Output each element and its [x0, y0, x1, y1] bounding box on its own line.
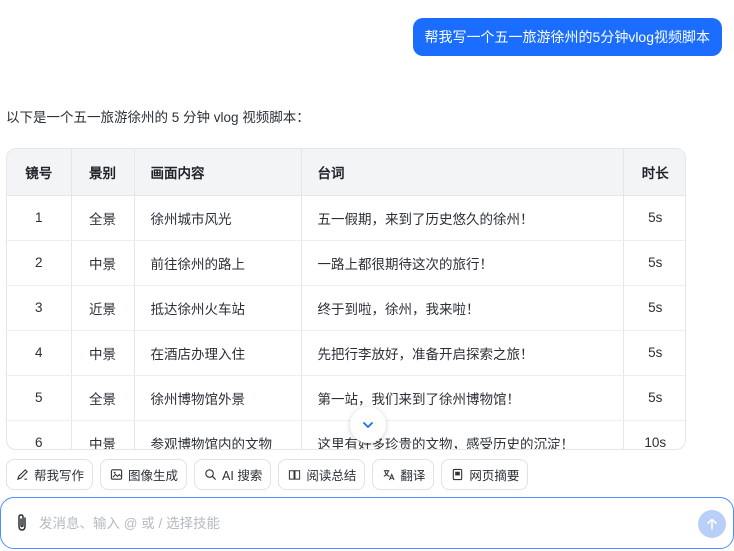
cell-shot-size: 近景 [71, 285, 135, 331]
table-row: 6 中景 参观博物馆内的文物 这里有好多珍贵的文物，感受历史的沉淀！ 10s [7, 420, 685, 449]
script-table: 镜号 景别 画面内容 台词 时长 1 全景 徐州城市风光 五一假期，来到了历史悠… [6, 148, 686, 450]
table-row: 5 全景 徐州博物馆外景 第一站，我们来到了徐州博物馆！ 5s [7, 375, 685, 421]
translate-icon [381, 468, 395, 482]
table-header-row: 镜号 景别 画面内容 台词 时长 [7, 149, 685, 196]
attachment-icon[interactable] [13, 513, 31, 533]
cell-duration: 5s [623, 285, 685, 331]
webpage-icon [450, 468, 464, 482]
header-scene-content: 画面内容 [134, 149, 302, 196]
pen-icon [15, 468, 29, 482]
skill-bar: 帮我写作 图像生成 AI 搜索 阅读总结 翻译 网页摘要 [6, 459, 529, 490]
skill-webpage-summary-button[interactable]: 网页摘要 [441, 459, 529, 490]
header-shot-size: 景别 [71, 149, 135, 196]
cell-shot-number: 6 [7, 420, 72, 449]
cell-duration: 10s [623, 420, 685, 449]
user-message-bubble: 帮我写一个五一旅游徐州的5分钟vlog视频脚本 [412, 18, 722, 56]
cell-shot-number: 5 [7, 375, 72, 421]
cell-scene-content: 徐州博物馆外景 [134, 375, 302, 421]
skill-label: 网页摘要 [469, 469, 520, 483]
skill-translate-button[interactable]: 翻译 [372, 459, 435, 490]
cell-scene-content: 在酒店办理入住 [134, 330, 302, 376]
ai-search-icon [203, 468, 217, 482]
cell-shot-size: 中景 [71, 240, 135, 286]
cell-dialogue: 第一站，我们来到了徐州博物馆！ [301, 375, 624, 421]
header-dialogue: 台词 [301, 149, 624, 196]
table-row: 2 中景 前往徐州的路上 一路上都很期待这次的旅行！ 5s [7, 240, 685, 286]
cell-scene-content: 前往徐州的路上 [134, 240, 302, 286]
skill-ai-search-button[interactable]: AI 搜索 [194, 459, 272, 490]
header-shot-number: 镜号 [7, 149, 72, 196]
cell-dialogue: 一路上都很期待这次的旅行！ [301, 240, 624, 286]
cell-shot-size: 全景 [71, 195, 135, 241]
cell-shot-size: 全景 [71, 375, 135, 421]
cell-shot-size: 中景 [71, 420, 135, 449]
message-input[interactable] [39, 510, 679, 536]
scroll-to-bottom-button[interactable] [350, 407, 386, 443]
cell-shot-number: 2 [7, 240, 72, 286]
cell-scene-content: 徐州城市风光 [134, 195, 302, 241]
assistant-intro-text: 以下是一个五一旅游徐州的 5 分钟 vlog 视频脚本： [6, 110, 310, 125]
send-button[interactable] [698, 510, 726, 538]
cell-scene-content: 抵达徐州火车站 [134, 285, 302, 331]
cell-scene-content: 参观博物馆内的文物 [134, 420, 302, 449]
cell-shot-number: 4 [7, 330, 72, 376]
skill-label: 图像生成 [128, 469, 179, 483]
skill-label: 阅读总结 [306, 469, 357, 483]
cell-shot-number: 3 [7, 285, 72, 331]
cell-shot-size: 中景 [71, 330, 135, 376]
cell-dialogue: 终于到啦，徐州，我来啦！ [301, 285, 624, 331]
skill-label: 帮我写作 [34, 469, 85, 483]
skill-label: 翻译 [400, 469, 426, 483]
table-row: 4 中景 在酒店办理入住 先把行李放好，准备开启探索之旅！ 5s [7, 330, 685, 376]
header-duration: 时长 [623, 149, 685, 196]
skill-label: AI 搜索 [222, 469, 263, 483]
cell-duration: 5s [623, 240, 685, 286]
table-row: 3 近景 抵达徐州火车站 终于到啦，徐州，我来啦！ 5s [7, 285, 685, 331]
chevron-down-icon [363, 422, 373, 428]
image-icon [109, 468, 123, 482]
read-icon [287, 468, 301, 482]
skill-read-summary-button[interactable]: 阅读总结 [278, 459, 366, 490]
cell-duration: 5s [623, 330, 685, 376]
cell-shot-number: 1 [7, 195, 72, 241]
cell-dialogue: 五一假期，来到了历史悠久的徐州！ [301, 195, 624, 241]
arrow-up-icon [707, 518, 717, 530]
message-composer [0, 497, 734, 549]
skill-writing-button[interactable]: 帮我写作 [6, 459, 94, 490]
cell-duration: 5s [623, 375, 685, 421]
skill-image-generation-button[interactable]: 图像生成 [100, 459, 188, 490]
table-row: 1 全景 徐州城市风光 五一假期，来到了历史悠久的徐州！ 5s [7, 195, 685, 241]
cell-dialogue: 先把行李放好，准备开启探索之旅！ [301, 330, 624, 376]
cell-duration: 5s [623, 195, 685, 241]
